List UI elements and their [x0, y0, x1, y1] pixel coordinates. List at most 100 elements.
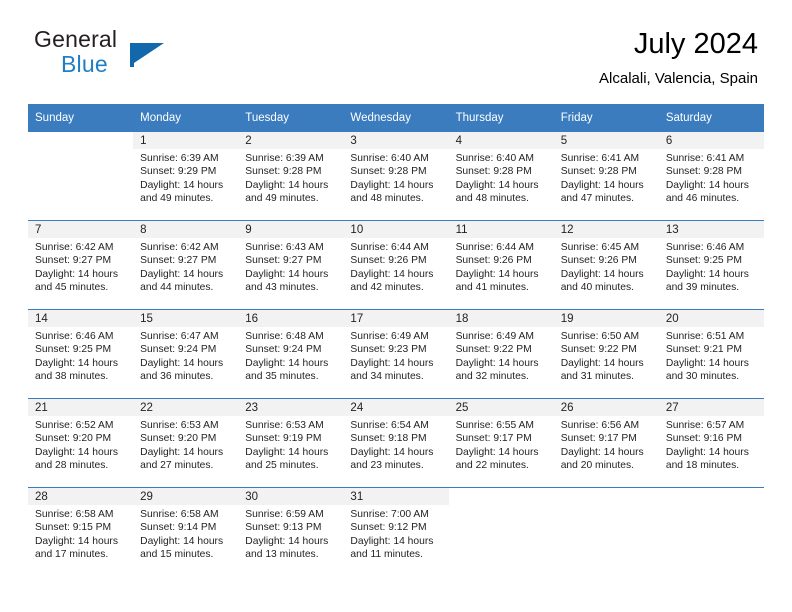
calendar-day-cell[interactable]: 17 Sunrise: 6:49 AM Sunset: 9:23 PM Dayligh…: [343, 309, 449, 399]
day-info-line: Daylight: 14 hours: [350, 268, 434, 280]
day-info-line: Sunrise: 6:57 AM: [665, 420, 745, 431]
day-info-line: Sunrise: 6:46 AM: [35, 331, 114, 342]
day-info-line: Sunrise: 6:55 AM: [455, 420, 534, 431]
day-info-line: and 40 minutes.: [560, 282, 634, 294]
day-sun-info: Sunrise: 6:53 AM Sunset: 9:20 PM Daylight:…: [133, 416, 238, 473]
day-info-line: Daylight: 14 hours: [455, 179, 539, 191]
day-info-line: Daylight: 14 hours: [350, 179, 434, 191]
calendar-week-row: 21 Sunrise: 6:52 AM Sunset: 9:20 PM Dayligh…: [28, 398, 764, 488]
day-sun-info: Sunrise: 6:53 AM Sunset: 9:19 PM Daylight:…: [238, 416, 343, 473]
calendar-day-cell[interactable]: 7 Sunrise: 6:42 AM Sunset: 9:27 PM Daylight…: [28, 220, 134, 310]
day-info-line: Sunrise: 6:44 AM: [455, 242, 534, 253]
day-info-line: Sunrise: 6:51 AM: [665, 331, 745, 342]
day-info-line: and 15 minutes.: [140, 549, 214, 561]
day-info-line: Daylight: 14 hours: [245, 357, 329, 369]
calendar-day-cell[interactable]: 20 Sunrise: 6:51 AM Sunset: 9:21 PM Dayligh…: [658, 309, 764, 399]
calendar-day-cell[interactable]: 2 Sunrise: 6:39 AM Sunset: 9:28 PM Daylight…: [238, 132, 344, 221]
day-info-line: Daylight: 14 hours: [140, 446, 224, 458]
calendar-day-cell[interactable]: 4 Sunrise: 6:40 AM Sunset: 9:28 PM Daylight…: [448, 132, 554, 221]
weekday-header-friday: Friday: [553, 104, 659, 132]
day-info-line: Daylight: 14 hours: [560, 446, 644, 458]
day-number: 29: [133, 488, 239, 505]
calendar-day-cell[interactable]: 21 Sunrise: 6:52 AM Sunset: 9:20 PM Dayligh…: [28, 398, 134, 488]
flag-sail-shape: [134, 43, 164, 63]
day-info-line: and 20 minutes.: [560, 460, 634, 472]
calendar-day-cell[interactable]: 3 Sunrise: 6:40 AM Sunset: 9:28 PM Daylight…: [343, 132, 449, 221]
day-info-line: and 22 minutes.: [455, 460, 529, 472]
day-info-line: Sunset: 9:13 PM: [245, 522, 322, 534]
day-sun-info: Sunrise: 6:39 AM Sunset: 9:28 PM Daylight:…: [238, 149, 343, 206]
day-info-line: Sunset: 9:16 PM: [665, 433, 742, 445]
calendar-day-cell[interactable]: 11 Sunrise: 6:44 AM Sunset: 9:26 PM Dayligh…: [448, 220, 554, 310]
calendar-day-cell[interactable]: 26 Sunrise: 6:56 AM Sunset: 9:17 PM Dayligh…: [553, 398, 659, 488]
calendar-day-cell[interactable]: 6 Sunrise: 6:41 AM Sunset: 9:28 PM Daylight…: [658, 132, 764, 221]
day-info-line: Sunset: 9:20 PM: [35, 433, 112, 445]
calendar-day-cell[interactable]: 1 Sunrise: 6:39 AM Sunset: 9:29 PM Daylight…: [133, 132, 239, 221]
calendar-empty-cell: [28, 132, 133, 221]
day-info-line: and 30 minutes.: [665, 371, 740, 383]
day-sun-info: Sunrise: 6:40 AM Sunset: 9:28 PM Daylight:…: [343, 149, 448, 206]
day-info-line: Daylight: 14 hours: [140, 179, 224, 191]
calendar-day-cell[interactable]: 30 Sunrise: 6:59 AM Sunset: 9:13 PM Dayligh…: [238, 487, 344, 576]
day-info-line: and 46 minutes.: [665, 193, 740, 205]
calendar-day-cell[interactable]: 15 Sunrise: 6:47 AM Sunset: 9:24 PM Dayligh…: [133, 309, 239, 399]
day-number: 15: [133, 310, 239, 327]
calendar-day-cell[interactable]: 13 Sunrise: 6:46 AM Sunset: 9:25 PM Dayligh…: [658, 220, 764, 310]
day-info-line: Sunrise: 6:42 AM: [140, 242, 219, 253]
calendar-day-cell[interactable]: 18 Sunrise: 6:49 AM Sunset: 9:22 PM Dayligh…: [448, 309, 554, 399]
calendar-day-cell[interactable]: 10 Sunrise: 6:44 AM Sunset: 9:26 PM Dayligh…: [343, 220, 449, 310]
day-info-line: Sunrise: 6:41 AM: [560, 153, 640, 164]
day-info-line: Sunset: 9:24 PM: [140, 344, 217, 356]
day-info-line: and 34 minutes.: [350, 371, 424, 383]
day-info-line: Sunrise: 6:39 AM: [140, 153, 219, 164]
flag-icon: [130, 43, 164, 67]
calendar-day-cell[interactable]: 12 Sunrise: 6:45 AM Sunset: 9:26 PM Dayligh…: [553, 220, 659, 310]
day-sun-info: Sunrise: 6:59 AM Sunset: 9:13 PM Daylight:…: [238, 505, 343, 562]
day-info-line: Sunset: 9:26 PM: [560, 255, 637, 267]
day-info-line: Sunrise: 6:40 AM: [350, 153, 429, 164]
day-info-line: and 28 minutes.: [35, 460, 109, 472]
day-info-line: Sunrise: 6:48 AM: [245, 331, 324, 342]
day-sun-info: Sunrise: 6:40 AM Sunset: 9:28 PM Daylight:…: [449, 149, 554, 206]
title-block: July 2024 Alcalali, Valencia, Spain: [599, 26, 758, 90]
day-info-line: Daylight: 14 hours: [35, 446, 118, 458]
day-info-line: Sunset: 9:24 PM: [245, 344, 322, 356]
calendar-day-cell[interactable]: 5 Sunrise: 6:41 AM Sunset: 9:28 PM Daylight…: [553, 132, 659, 221]
weekday-header-thursday: Thursday: [448, 104, 554, 132]
day-info-line: Sunrise: 6:40 AM: [455, 153, 534, 164]
calendar-day-cell[interactable]: 23 Sunrise: 6:53 AM Sunset: 9:19 PM Dayligh…: [238, 398, 344, 488]
calendar-day-cell[interactable]: 16 Sunrise: 6:48 AM Sunset: 9:24 PM Dayligh…: [238, 309, 344, 399]
day-info-line: Daylight: 14 hours: [350, 535, 434, 547]
calendar-day-cell[interactable]: 24 Sunrise: 6:54 AM Sunset: 9:18 PM Dayligh…: [343, 398, 449, 488]
day-sun-info: Sunrise: 6:46 AM Sunset: 9:25 PM Daylight:…: [28, 327, 133, 384]
day-sun-info: Sunrise: 6:47 AM Sunset: 9:24 PM Daylight:…: [133, 327, 238, 384]
day-number: 24: [343, 399, 449, 416]
day-sun-info: Sunrise: 6:39 AM Sunset: 9:29 PM Daylight:…: [133, 149, 238, 206]
calendar-empty-cell: [658, 487, 764, 576]
calendar-day-cell[interactable]: 19 Sunrise: 6:50 AM Sunset: 9:22 PM Dayligh…: [553, 309, 659, 399]
calendar-day-cell[interactable]: 28 Sunrise: 6:58 AM Sunset: 9:15 PM Dayligh…: [28, 487, 134, 576]
calendar-day-cell[interactable]: 9 Sunrise: 6:43 AM Sunset: 9:27 PM Daylight…: [238, 220, 344, 310]
calendar-day-cell[interactable]: 8 Sunrise: 6:42 AM Sunset: 9:27 PM Daylight…: [133, 220, 239, 310]
page-header: General Blue July 2024 Alcalali, Valenci…: [34, 26, 758, 96]
day-info-line: and 36 minutes.: [140, 371, 214, 383]
day-info-line: Daylight: 14 hours: [665, 357, 749, 369]
day-number: 23: [238, 399, 344, 416]
day-sun-info: Sunrise: 6:44 AM Sunset: 9:26 PM Daylight:…: [449, 238, 554, 295]
calendar-day-cell[interactable]: 31 Sunrise: 7:00 AM Sunset: 9:12 PM Dayligh…: [343, 487, 449, 576]
day-info-line: Sunset: 9:26 PM: [455, 255, 532, 267]
day-sun-info: Sunrise: 6:52 AM Sunset: 9:20 PM Daylight:…: [28, 416, 133, 473]
calendar-day-cell[interactable]: 22 Sunrise: 6:53 AM Sunset: 9:20 PM Dayligh…: [133, 398, 239, 488]
day-info-line: and 11 minutes.: [350, 549, 423, 561]
day-info-line: and 43 minutes.: [245, 282, 319, 294]
calendar-day-cell[interactable]: 14 Sunrise: 6:46 AM Sunset: 9:25 PM Dayligh…: [28, 309, 134, 399]
calendar-day-cell[interactable]: 25 Sunrise: 6:55 AM Sunset: 9:17 PM Dayligh…: [448, 398, 554, 488]
calendar-day-cell[interactable]: 27 Sunrise: 6:57 AM Sunset: 9:16 PM Dayligh…: [658, 398, 764, 488]
day-info-line: Sunset: 9:27 PM: [140, 255, 217, 267]
day-info-line: Sunset: 9:28 PM: [560, 166, 637, 178]
calendar-day-cell[interactable]: 29 Sunrise: 6:58 AM Sunset: 9:14 PM Dayligh…: [133, 487, 239, 576]
day-info-line: Sunset: 9:21 PM: [665, 344, 742, 356]
day-info-line: Daylight: 14 hours: [665, 446, 749, 458]
calendar-week-row: 28 Sunrise: 6:58 AM Sunset: 9:15 PM Dayligh…: [28, 487, 764, 576]
day-info-line: Sunrise: 6:53 AM: [140, 420, 219, 431]
